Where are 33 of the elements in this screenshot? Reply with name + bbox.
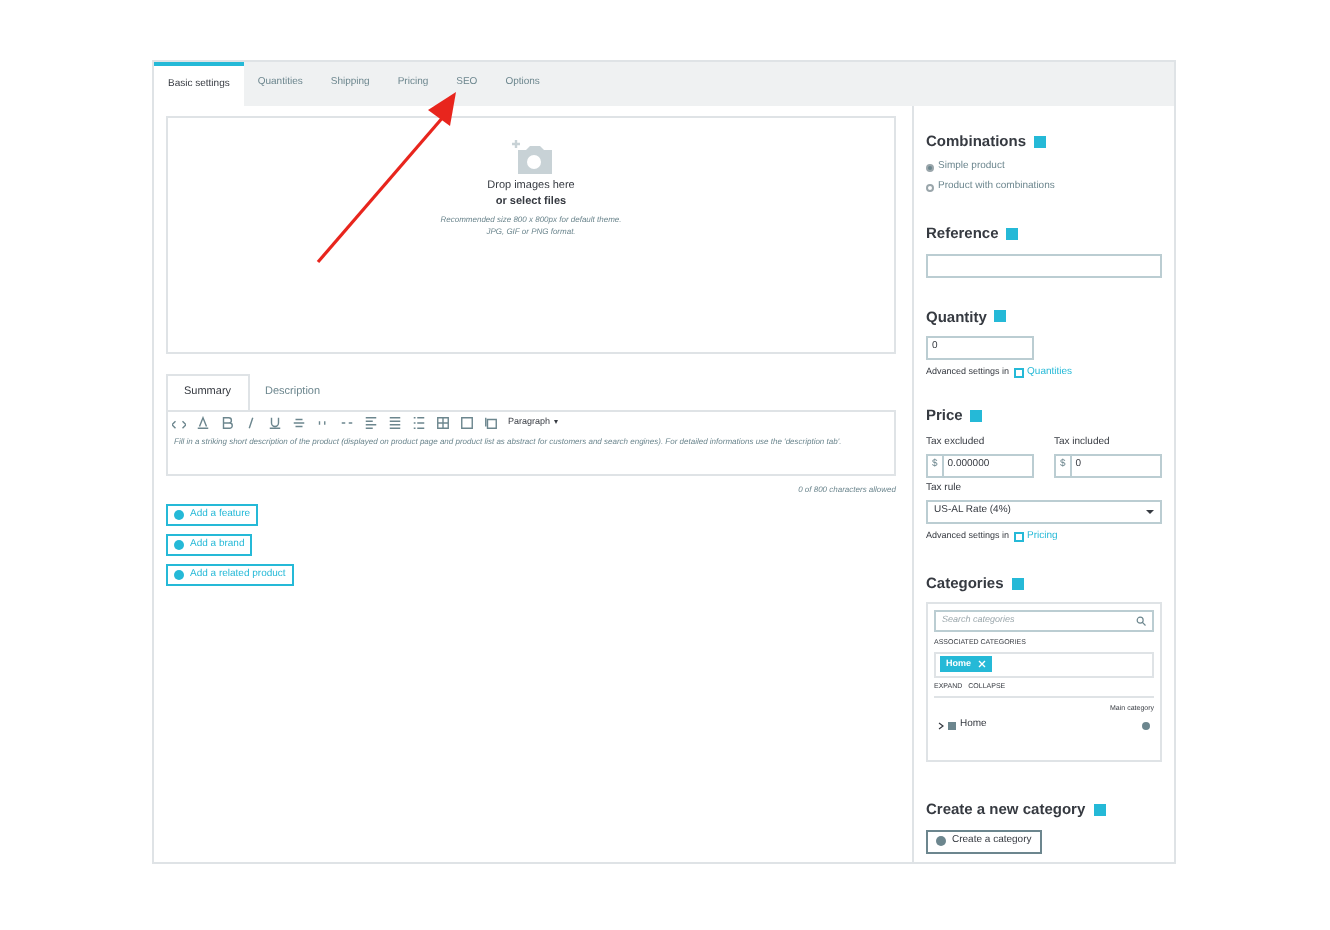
toolbar-icon[interactable] — [196, 415, 210, 429]
close-icon[interactable] — [977, 660, 986, 668]
category-checkbox[interactable] — [948, 721, 956, 730]
toolbar-icon[interactable] — [412, 415, 426, 429]
reference-field[interactable] — [926, 253, 1162, 277]
help-icon[interactable] — [1006, 227, 1019, 240]
radio-button[interactable] — [926, 183, 934, 191]
help-icon[interactable] — [970, 409, 983, 422]
toolbar-icon[interactable] — [292, 415, 306, 429]
external-link-icon — [1013, 368, 1024, 378]
toolbar-icon[interactable] — [364, 415, 378, 429]
toolbar-icon[interactable] — [484, 415, 498, 429]
toolbar-icon[interactable] — [172, 415, 186, 429]
main-category-radio[interactable] — [1142, 721, 1150, 730]
external-link-icon — [1013, 531, 1024, 542]
toolbar-icon[interactable] — [460, 415, 474, 429]
caret-icon — [1146, 509, 1154, 513]
help-icon[interactable] — [1034, 135, 1046, 148]
add-photo-icon — [509, 138, 553, 174]
radio-button[interactable] — [926, 164, 934, 172]
text-editor[interactable] — [166, 410, 896, 476]
toolbar-icon[interactable] — [436, 415, 450, 429]
toolbar-icon[interactable] — [268, 415, 282, 429]
toolbar-icon[interactable] — [316, 415, 330, 429]
search-icon — [1136, 616, 1146, 627]
chevron-right-icon[interactable] — [938, 721, 944, 730]
caret-icon — [554, 420, 559, 424]
toolbar-icon[interactable] — [388, 415, 402, 429]
toolbar-icon[interactable] — [220, 415, 234, 429]
toolbar-icon[interactable] — [244, 415, 258, 429]
help-icon[interactable] — [1011, 577, 1024, 590]
help-icon[interactable] — [1093, 803, 1106, 816]
help-icon[interactable] — [994, 310, 1007, 323]
